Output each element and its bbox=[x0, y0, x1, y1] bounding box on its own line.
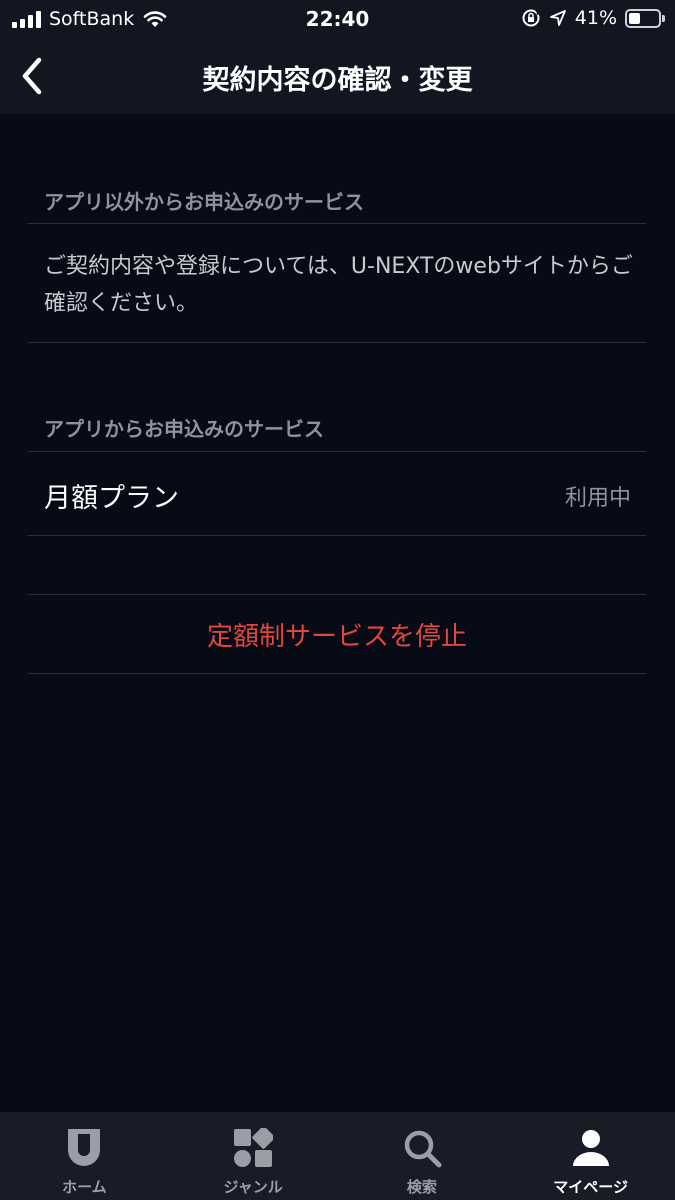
genre-grid-icon bbox=[231, 1126, 275, 1170]
stop-subscription-button[interactable]: 定額制サービスを停止 bbox=[28, 595, 646, 673]
screen: SoftBank 22:40 41% 契約内容の確認・変更 アプリ以外からお申込… bbox=[0, 0, 675, 1200]
plan-status: 利用中 bbox=[564, 486, 631, 511]
orientation-lock-icon bbox=[522, 9, 541, 27]
tab-genre[interactable]: ジャンル bbox=[169, 1112, 338, 1200]
web-info-text: ご契約内容や登録については、U-NEXTのwebサイトからご確認ください。 bbox=[44, 254, 633, 316]
tab-search-label: 検索 bbox=[406, 1178, 437, 1196]
plan-row[interactable]: 月額プラン 利用中 bbox=[28, 452, 646, 536]
page-title: 契約内容の確認・変更 bbox=[202, 65, 473, 96]
tab-home-label: ホーム bbox=[62, 1178, 107, 1196]
search-icon bbox=[400, 1126, 444, 1170]
plan-name: 月額プラン bbox=[44, 483, 179, 514]
tab-mypage[interactable]: マイページ bbox=[506, 1112, 675, 1200]
section-header-app-services: アプリからお申込みのサービス bbox=[44, 417, 324, 441]
tab-mypage-label: マイページ bbox=[553, 1178, 628, 1196]
tab-genre-label: ジャンル bbox=[223, 1178, 283, 1196]
battery-icon bbox=[625, 8, 665, 28]
divider bbox=[28, 673, 646, 674]
navigation-bar: 契約内容の確認・変更 bbox=[0, 38, 675, 114]
divider bbox=[28, 223, 646, 224]
tab-search[interactable]: 検索 bbox=[338, 1112, 507, 1200]
tab-bar: ホーム ジャンル 検索 マイページ bbox=[0, 1112, 675, 1200]
home-shield-icon bbox=[62, 1126, 106, 1170]
section-header-other-services: アプリ以外からお申込みのサービス bbox=[44, 190, 364, 214]
status-right: 41% bbox=[521, 6, 665, 30]
tab-home[interactable]: ホーム bbox=[0, 1112, 169, 1200]
person-icon bbox=[569, 1126, 613, 1170]
location-arrow-icon bbox=[549, 10, 566, 26]
battery-percent: 41% bbox=[574, 7, 617, 29]
status-bar: SoftBank 22:40 41% bbox=[0, 0, 675, 38]
stop-subscription-label: 定額制サービスを停止 bbox=[206, 621, 467, 652]
divider bbox=[28, 342, 646, 343]
divider bbox=[28, 535, 646, 536]
